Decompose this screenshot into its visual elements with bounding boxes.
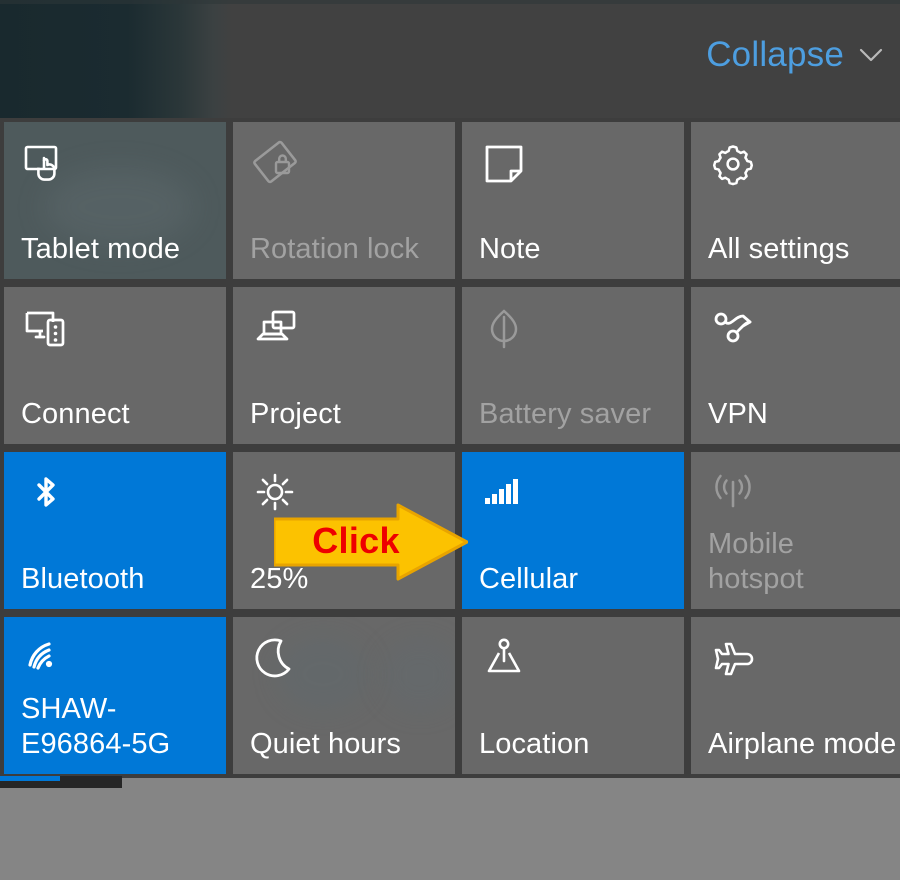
tile-label: Battery saver	[479, 398, 652, 430]
tile-rotation-lock[interactable]: Rotation lock	[233, 122, 455, 279]
signal-bars-icon	[480, 468, 532, 520]
tile-project[interactable]: Project	[233, 287, 455, 444]
action-center-header: Collapse	[0, 0, 900, 118]
location-icon	[480, 633, 532, 685]
tile-label: Rotation lock	[250, 233, 419, 265]
tile-airplane-mode[interactable]: Airplane mode	[691, 617, 900, 774]
tile-label: Mobile hotspot	[708, 528, 804, 595]
rotation-lock-icon	[251, 138, 303, 190]
tile-label: Project	[250, 398, 341, 430]
gear-icon	[709, 138, 761, 190]
tile-mobile-hotspot[interactable]: Mobile hotspot	[691, 452, 900, 609]
brightness-icon	[251, 468, 303, 520]
airplane-icon	[709, 633, 761, 685]
hotspot-icon	[709, 468, 761, 520]
tile-brightness[interactable]: 25%	[233, 452, 455, 609]
note-icon	[480, 138, 532, 190]
bluetooth-icon	[22, 468, 74, 520]
tile-quiet-hours[interactable]: Quiet hours	[233, 617, 455, 774]
tile-label: SHAW- E96864-5G	[21, 693, 171, 760]
tile-vpn[interactable]: VPN	[691, 287, 900, 444]
connect-icon	[22, 303, 74, 355]
vpn-icon	[709, 303, 761, 355]
tile-tablet-mode[interactable]: Tablet mode	[4, 122, 226, 279]
chevron-down-icon	[858, 42, 884, 68]
tile-label: Connect	[21, 398, 130, 430]
tile-label: Cellular	[479, 563, 579, 595]
tile-label: Airplane mode	[708, 728, 897, 760]
tile-label: VPN	[708, 398, 768, 430]
tile-location[interactable]: Location	[462, 617, 684, 774]
tile-label: Location	[479, 728, 590, 760]
leaf-icon	[480, 303, 532, 355]
tile-wifi[interactable]: SHAW- E96864-5G	[4, 617, 226, 774]
tile-note[interactable]: Note	[462, 122, 684, 279]
tile-label: 25%	[250, 563, 309, 595]
tile-label: All settings	[708, 233, 850, 265]
tile-label: Quiet hours	[250, 728, 402, 760]
collapse-button[interactable]: Collapse	[706, 37, 884, 72]
header-divider	[0, 0, 900, 4]
tile-connect[interactable]: Connect	[4, 287, 226, 444]
tablet-mode-icon	[22, 138, 74, 190]
wifi-icon	[22, 633, 74, 685]
tile-bluetooth[interactable]: Bluetooth	[4, 452, 226, 609]
collapse-label: Collapse	[706, 35, 844, 74]
tile-battery-saver[interactable]: Battery saver	[462, 287, 684, 444]
action-center-panel: Collapse Tablet mode Rotation lock Note …	[0, 0, 900, 778]
taskbar-notch-accent	[0, 776, 60, 781]
tile-label: Bluetooth	[21, 563, 145, 595]
quick-actions-grid: Tablet mode Rotation lock Note All setti…	[4, 122, 900, 778]
wallpaper-blur-artifact	[381, 639, 455, 711]
header-wallpaper-tint	[0, 0, 232, 118]
tile-label: Note	[479, 233, 541, 265]
tile-label: Tablet mode	[21, 233, 181, 265]
moon-icon	[251, 633, 303, 685]
tile-cellular[interactable]: Cellular	[462, 452, 684, 609]
project-icon	[251, 303, 303, 355]
tile-all-settings[interactable]: All settings	[691, 122, 900, 279]
